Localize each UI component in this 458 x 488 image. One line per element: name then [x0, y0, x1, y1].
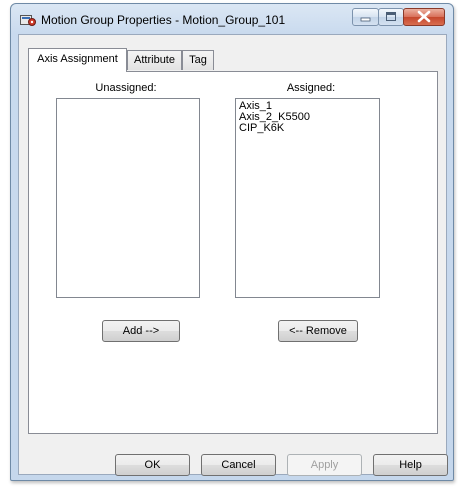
- help-button[interactable]: Help: [373, 454, 448, 476]
- assigned-label: Assigned:: [286, 82, 336, 94]
- dialog-client-area: Axis Assignment Attribute Tag Unassigned…: [18, 34, 448, 476]
- window-title: Motion Group Properties - Motion_Group_1…: [41, 13, 286, 27]
- assigned-item-cip-k6k[interactable]: CIP_K6K: [239, 123, 376, 134]
- maximize-icon: [386, 12, 396, 21]
- close-button[interactable]: [403, 8, 445, 26]
- unassigned-listbox[interactable]: [56, 98, 200, 298]
- axis-assignment-panel: Unassigned: Assigned: Axis_1 Axis_2_K550…: [28, 71, 438, 434]
- title-bar[interactable]: Motion Group Properties - Motion_Group_1…: [11, 4, 453, 34]
- minimize-icon: [360, 17, 371, 22]
- tab-attribute[interactable]: Attribute: [127, 50, 182, 70]
- apply-button[interactable]: Apply: [287, 454, 362, 476]
- close-icon: [417, 10, 431, 23]
- motion-group-icon: [20, 15, 36, 26]
- maximize-button[interactable]: [378, 8, 404, 26]
- unassigned-label: Unassigned:: [95, 82, 157, 94]
- cancel-button[interactable]: Cancel: [201, 454, 276, 476]
- remove-button[interactable]: <-- Remove: [278, 320, 358, 342]
- dialog-window: Motion Group Properties - Motion_Group_1…: [10, 3, 454, 481]
- add-button[interactable]: Add -->: [102, 320, 180, 342]
- minimize-button[interactable]: [352, 8, 379, 26]
- tab-axis-assignment[interactable]: Axis Assignment: [28, 48, 127, 72]
- assigned-listbox[interactable]: Axis_1 Axis_2_K5500 CIP_K6K: [235, 98, 380, 298]
- ok-button[interactable]: OK: [115, 454, 190, 476]
- tab-tag[interactable]: Tag: [182, 50, 214, 70]
